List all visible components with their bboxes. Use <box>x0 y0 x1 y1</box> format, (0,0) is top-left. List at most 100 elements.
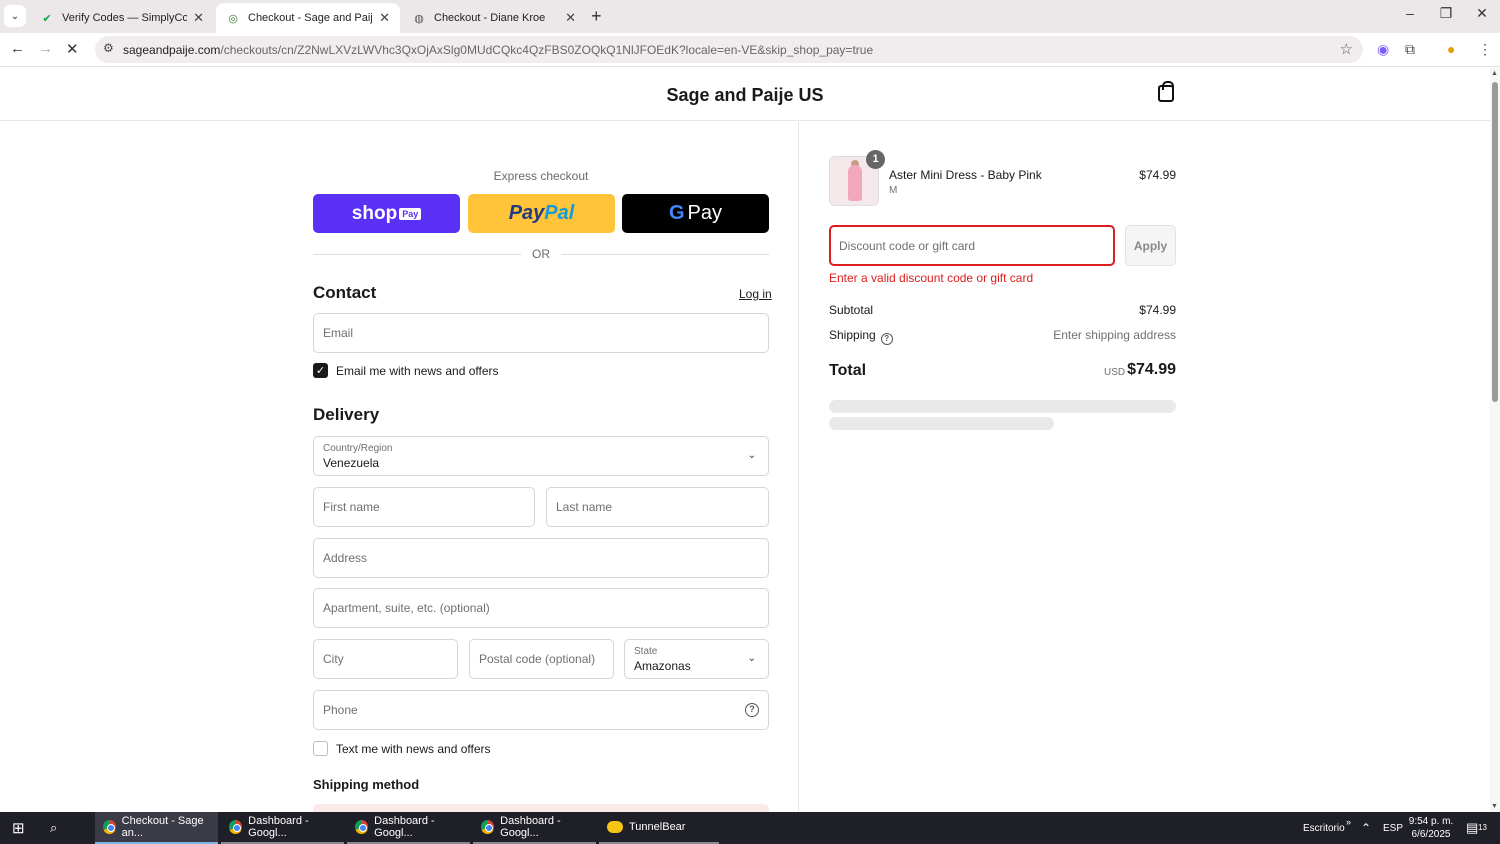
quantity-badge: 1 <box>866 150 885 169</box>
page-scrollbar[interactable]: ▲ ▼ <box>1490 68 1500 812</box>
notification-count: 13 <box>1478 822 1487 832</box>
google-pay-button[interactable]: G Pay <box>622 194 769 233</box>
apartment-field[interactable]: Apartment, suite, etc. (optional) <box>313 588 769 628</box>
last-name-field[interactable]: Last name <box>546 487 769 527</box>
state-select[interactable]: State Amazonas ⌄ <box>624 639 769 679</box>
tab-checkout-diane[interactable]: ◍ Checkout - Diane Kroe ✕ <box>402 3 586 33</box>
taskbar-label: Checkout - Sage an... <box>121 815 204 839</box>
state-label: State <box>634 646 658 657</box>
paypal-button[interactable]: Pay Pal <box>468 194 615 233</box>
email-placeholder: Email <box>323 326 354 340</box>
chevron-down-icon: ⌄ <box>747 450 756 461</box>
email-news-label: Email me with news and offers <box>336 363 499 378</box>
taskbar-label: Dashboard - Googl... <box>374 815 435 839</box>
chrome-icon <box>103 820 116 834</box>
email-field[interactable]: Email <box>313 313 769 353</box>
shop-name[interactable]: Sage and Paije US <box>0 85 1490 106</box>
first-name-field[interactable]: First name <box>313 487 535 527</box>
clock[interactable]: 9:54 p. m. 6/6/2025 <box>1407 812 1455 844</box>
toolbar-expand-icon[interactable]: » <box>1346 806 1351 838</box>
delivery-heading: Delivery <box>313 405 380 424</box>
checkout-header: Sage and Paije US <box>0 68 1490 121</box>
bookmark-star-icon[interactable]: ☆ <box>1340 40 1353 58</box>
clock-date: 6/6/2025 <box>1411 829 1451 840</box>
taskbar-chrome-dashboard-2[interactable]: Dashboard - Googl... <box>347 812 470 844</box>
stop-loading-icon[interactable]: ✕ <box>66 40 79 58</box>
apartment-placeholder: Apartment, suite, etc. (optional) <box>323 601 490 615</box>
new-tab-button[interactable]: + <box>591 6 602 27</box>
close-tab-icon[interactable]: ✕ <box>379 10 390 26</box>
windows-taskbar: ⊞ ⌕ Checkout - Sage an... Dashboard - Go… <box>0 812 1500 844</box>
back-icon[interactable]: ← <box>10 40 25 57</box>
desktop-toolbar-label[interactable]: Escritorio <box>1303 812 1345 844</box>
profile-avatar[interactable]: ● <box>1447 41 1455 57</box>
first-name-placeholder: First name <box>323 500 380 514</box>
scrollbar-thumb[interactable] <box>1492 82 1498 402</box>
discount-code-input[interactable]: Discount code or gift card <box>829 225 1115 266</box>
discount-placeholder: Discount code or gift card <box>839 239 976 253</box>
tab-verify-codes[interactable]: ✔ Verify Codes — SimplyCodes ✕ <box>30 3 214 33</box>
address-placeholder: Address <box>323 551 368 565</box>
notifications-icon[interactable]: ▤ <box>1466 812 1478 844</box>
tab-search-button[interactable]: ⌄ <box>4 5 26 27</box>
apply-discount-button[interactable]: Apply <box>1125 225 1176 266</box>
email-news-checkbox-row[interactable]: ✓ Email me with news and offers <box>313 363 499 378</box>
phone-field[interactable]: Phone ? <box>313 690 769 730</box>
shipping-value: Enter shipping address <box>1053 328 1176 342</box>
taskbar-chrome-dashboard-3[interactable]: Dashboard - Googl... <box>473 812 596 844</box>
state-value: Amazonas <box>634 659 691 673</box>
taskbar-label: TunnelBear <box>629 821 686 833</box>
url-host: sageandpaije.com <box>123 42 221 57</box>
browser-toolbar: ← → ✕ ⚙ sageandpaije.com/checkouts/cn/Z2… <box>0 33 1500 67</box>
postal-code-field[interactable]: Postal code (optional) <box>469 639 614 679</box>
help-icon[interactable]: ? <box>745 703 759 717</box>
sms-news-checkbox[interactable] <box>313 741 328 756</box>
shipping-row: Shipping? Enter shipping address <box>829 328 1176 345</box>
address-field[interactable]: Address <box>313 538 769 578</box>
express-checkout-label: Express checkout <box>493 169 589 183</box>
product-name: Aster Mini Dress - Baby Pink <box>889 168 1042 182</box>
google-pay-label: Pay <box>687 202 723 224</box>
browser-tabstrip: ⌄ ✔ Verify Codes — SimplyCodes ✕ ◎ Check… <box>0 0 1500 33</box>
shopping-bag-icon[interactable] <box>1158 81 1174 102</box>
taskbar-tunnelbear[interactable]: TunnelBear <box>599 812 719 844</box>
close-tab-icon[interactable]: ✕ <box>565 10 576 26</box>
extensions-puzzle-icon[interactable]: ⧉ <box>1405 41 1415 58</box>
browser-menu-icon[interactable]: ⋮ <box>1478 41 1492 58</box>
country-select[interactable]: Country/Region Venezuela ⌄ <box>313 436 769 476</box>
shipping-label: Shipping <box>829 328 876 342</box>
sms-news-checkbox-row[interactable]: Text me with news and offers <box>313 741 491 756</box>
shop-pay-button[interactable]: shop Pay <box>313 194 460 233</box>
search-icon[interactable]: ⌕ <box>42 812 74 844</box>
tab-checkout-sage[interactable]: ◎ Checkout - Sage and Paije US ✕ <box>216 3 400 33</box>
scroll-down-icon[interactable]: ▼ <box>1491 803 1498 810</box>
country-label: Country/Region <box>323 443 393 454</box>
clock-time: 9:54 p. m. <box>1408 816 1454 827</box>
city-field[interactable]: City <box>313 639 458 679</box>
close-tab-icon[interactable]: ✕ <box>193 10 204 26</box>
help-icon[interactable]: ? <box>880 333 893 345</box>
loading-skeleton <box>829 417 1054 430</box>
paypal-logo-pal: Pal <box>544 202 575 224</box>
taskbar-label: Dashboard - Googl... <box>248 815 309 839</box>
chevron-down-icon: ⌄ <box>747 653 756 664</box>
forward-icon[interactable]: → <box>38 40 53 57</box>
close-window-button[interactable]: ✕ <box>1467 5 1497 22</box>
tab-title: Verify Codes — SimplyCodes <box>62 12 188 24</box>
restore-button[interactable]: ❐ <box>1431 5 1461 22</box>
windows-start-icon[interactable]: ⊞ <box>4 812 36 844</box>
paypal-logo-pay: Pay <box>508 202 545 224</box>
extension-icon[interactable]: ◉ <box>1377 41 1389 58</box>
taskbar-chrome-checkout[interactable]: Checkout - Sage an... <box>95 812 218 844</box>
address-bar[interactable]: ⚙ sageandpaije.com/checkouts/cn/Z2NwLXVz… <box>95 36 1363 63</box>
scroll-up-icon[interactable]: ▲ <box>1491 70 1498 77</box>
taskbar-chrome-dashboard-1[interactable]: Dashboard - Googl... <box>221 812 344 844</box>
email-news-checkbox[interactable]: ✓ <box>313 363 328 378</box>
loading-skeleton <box>829 400 1176 413</box>
login-link[interactable]: Log in <box>739 287 772 301</box>
site-info-icon[interactable]: ⚙ <box>103 41 114 55</box>
language-indicator[interactable]: ESP <box>1383 812 1403 844</box>
tray-overflow-icon[interactable]: ⌃ <box>1361 812 1371 844</box>
minimize-button[interactable]: – <box>1395 5 1425 21</box>
tab-title: Checkout - Diane Kroe <box>434 12 546 24</box>
